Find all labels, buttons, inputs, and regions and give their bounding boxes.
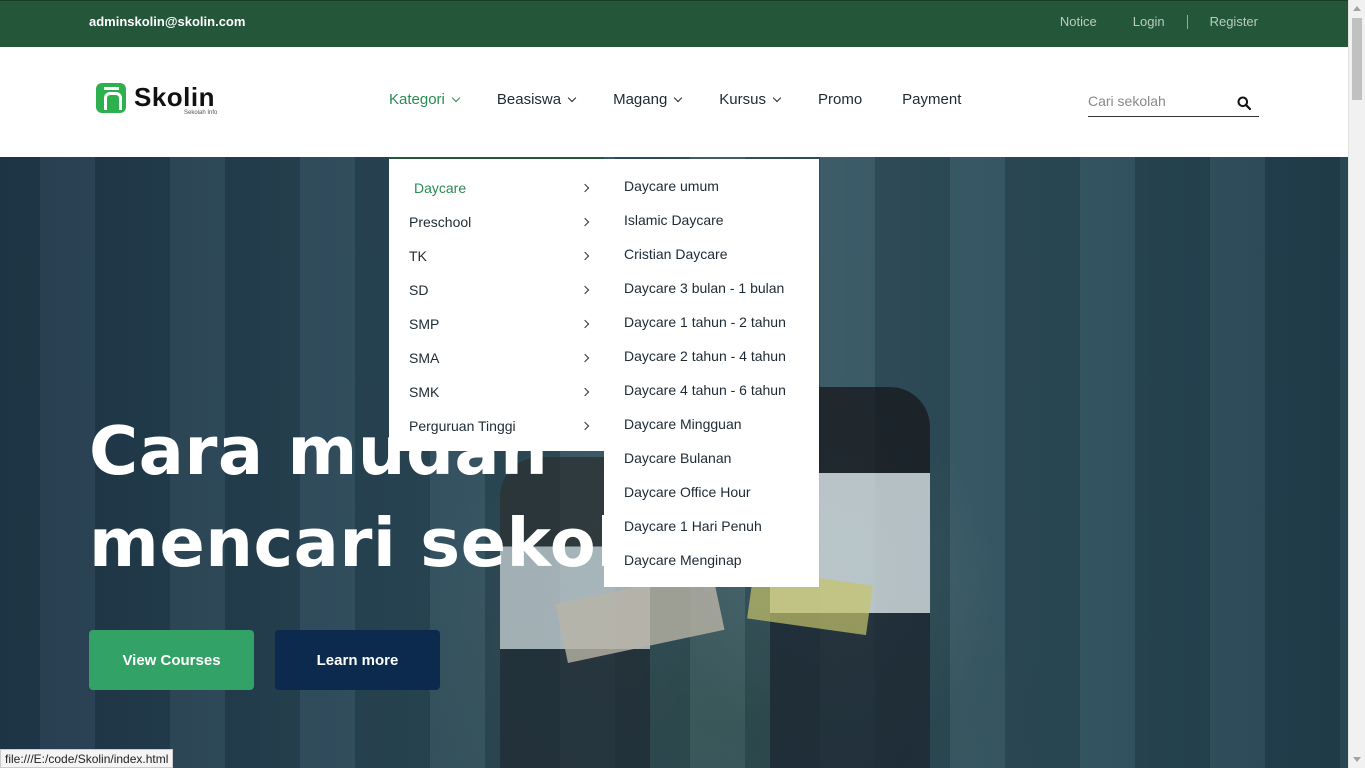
menu-item-label: Preschool <box>409 214 472 230</box>
scroll-down-icon[interactable] <box>1353 757 1361 762</box>
chevron-right-icon <box>580 387 590 397</box>
submenu-item[interactable]: Daycare 1 tahun - 2 tahun <box>624 305 786 339</box>
nav-label: Kategori <box>389 91 445 108</box>
scrollbar-thumb[interactable] <box>1352 18 1362 100</box>
submenu-item[interactable]: Daycare Mingguan <box>624 407 742 441</box>
top-links: Notice Login Register <box>1060 14 1258 29</box>
contact-email[interactable]: adminskolin@skolin.com <box>89 14 245 29</box>
menu-item-preschool[interactable]: Preschool <box>409 205 592 239</box>
nav-label: Promo <box>817 91 863 108</box>
chevron-down-icon <box>451 93 461 102</box>
nav-item-payment[interactable]: Payment <box>902 91 961 108</box>
notice-link[interactable]: Notice <box>1060 14 1097 29</box>
submenu-item[interactable]: Daycare Office Hour <box>624 475 751 509</box>
top-bar: adminskolin@skolin.com Notice Login Regi… <box>0 0 1348 47</box>
submenu-item[interactable]: Daycare 1 Hari Penuh <box>624 509 762 543</box>
view-courses-button[interactable]: View Courses <box>89 630 254 690</box>
kategori-dropdown: Daycare Preschool TK SD SMP SMA SMK Perg… <box>389 157 604 451</box>
site-header: Skolin Sekolah Info Kategori Beasiswa Ma… <box>0 47 1348 157</box>
submenu-item[interactable]: Daycare umum <box>624 169 719 203</box>
menu-item-sd[interactable]: SD <box>409 273 592 307</box>
nav-item-promo[interactable]: Promo <box>818 91 862 108</box>
chevron-down-icon <box>567 93 577 102</box>
menu-item-daycare[interactable]: Daycare <box>409 171 592 205</box>
search-input[interactable] <box>1088 89 1228 109</box>
nav-label: Magang <box>613 91 668 108</box>
menu-item-label: Daycare <box>414 180 467 196</box>
menu-item-sma[interactable]: SMA <box>409 341 592 375</box>
menu-item-perguruan-tinggi[interactable]: Perguruan Tinggi <box>409 409 592 443</box>
chevron-right-icon <box>580 353 590 363</box>
menu-item-label: Perguruan Tinggi <box>409 418 516 434</box>
search-icon[interactable] <box>1237 96 1251 110</box>
nav-label: Payment <box>902 91 962 108</box>
nav-item-kategori[interactable]: Kategori <box>389 91 461 108</box>
submenu-item[interactable]: Daycare 4 tahun - 6 tahun <box>624 373 786 407</box>
menu-item-label: SMK <box>409 384 440 400</box>
menu-item-label: SMP <box>409 316 440 332</box>
submenu-item[interactable]: Daycare 2 tahun - 4 tahun <box>624 339 786 373</box>
chevron-right-icon <box>580 285 590 295</box>
search-box <box>1088 89 1259 117</box>
chevron-right-icon <box>580 251 590 261</box>
menu-item-tk[interactable]: TK <box>409 239 592 273</box>
logo[interactable]: Skolin Sekolah Info <box>96 82 218 116</box>
status-bar-url: file:///E:/code/Skolin/index.html <box>0 749 174 768</box>
register-link[interactable]: Register <box>1210 14 1258 29</box>
chevron-right-icon <box>580 421 590 431</box>
submenu-item[interactable]: Daycare Bulanan <box>624 441 731 475</box>
submenu-item[interactable]: Cristian Daycare <box>624 237 727 271</box>
chevron-right-icon <box>580 217 590 227</box>
submenu-item[interactable]: Islamic Daycare <box>624 203 724 237</box>
nav-label: Beasiswa <box>496 91 562 108</box>
chevron-down-icon <box>772 93 782 102</box>
menu-item-label: TK <box>409 248 427 264</box>
menu-item-smk[interactable]: SMK <box>409 375 592 409</box>
chevron-right-icon <box>580 183 590 193</box>
menu-item-smp[interactable]: SMP <box>409 307 592 341</box>
nav-item-beasiswa[interactable]: Beasiswa <box>496 91 577 108</box>
logo-icon <box>96 82 126 113</box>
login-link[interactable]: Login <box>1133 14 1165 29</box>
logo-tagline: Sekolah Info <box>184 110 218 116</box>
vertical-scrollbar[interactable] <box>1348 0 1365 768</box>
nav-label: Kursus <box>719 91 766 108</box>
scroll-up-icon[interactable] <box>1353 6 1361 11</box>
submenu-item[interactable]: Daycare Menginap <box>624 543 742 577</box>
main-nav: Kategori Beasiswa Magang Kursus Promo Pa… <box>389 91 1001 108</box>
menu-item-label: SD <box>409 282 429 298</box>
learn-more-button[interactable]: Learn more <box>275 630 440 690</box>
menu-item-label: SMA <box>409 350 440 366</box>
nav-item-kursus[interactable]: Kursus <box>719 91 782 108</box>
nav-item-magang[interactable]: Magang <box>613 91 683 108</box>
logo-text: Skolin <box>134 82 216 112</box>
divider <box>1186 14 1188 29</box>
daycare-submenu: Daycare umum Islamic Daycare Cristian Da… <box>604 159 819 587</box>
submenu-item[interactable]: Daycare 3 bulan - 1 bulan <box>624 271 784 305</box>
chevron-down-icon <box>674 93 683 102</box>
chevron-right-icon <box>580 319 590 329</box>
